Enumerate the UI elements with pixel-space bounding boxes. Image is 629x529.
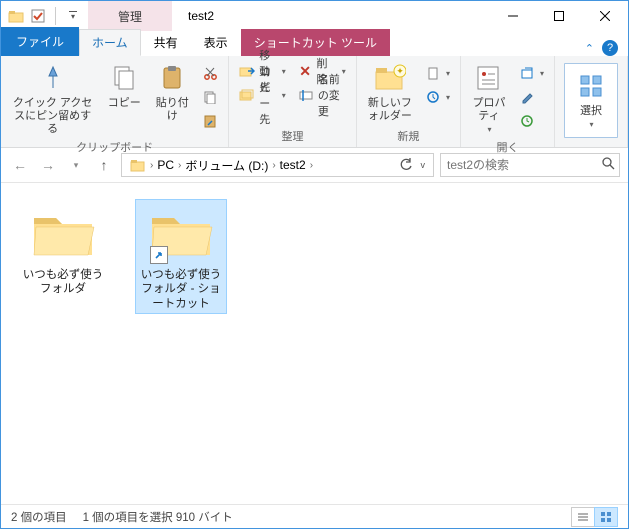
tab-view[interactable]: 表示 [191,29,241,56]
window-controls [490,1,628,31]
group-open: プロパティ▾ ▾ 開く [461,56,555,147]
crumb-volume[interactable]: ボリューム (D:) [181,157,272,174]
chevron-right-icon[interactable]: › [310,160,313,171]
window-title: test2 [172,1,490,31]
history-button[interactable] [515,110,548,132]
group-new: ✦ 新しいフォルダー ▾ ▾ 新規 [357,56,461,147]
back-button[interactable]: ← [9,154,31,176]
divider [55,7,56,25]
open-button[interactable]: ▾ [515,62,548,84]
view-toggle [572,507,618,527]
collapse-ribbon-icon[interactable]: ⌃ [585,42,594,55]
maximize-button[interactable] [536,1,582,31]
rename-button[interactable]: 名前の変更 [294,84,350,106]
new-item-button[interactable]: ▾ [421,62,454,84]
search-input[interactable] [447,158,602,172]
item-name: いつも必ず使うフォルダ - ショートカット [138,268,224,311]
titlebar: ▾ 管理 test2 [1,1,628,31]
up-button[interactable]: ↑ [93,154,115,176]
help-icon[interactable]: ? [602,40,618,56]
folder-shortcut-icon [142,202,220,264]
edit-button[interactable] [515,86,548,108]
item-name: いつも必ず使うフォルダ [20,268,106,297]
paste-shortcut-button[interactable] [198,110,222,132]
cut-button[interactable] [198,62,222,84]
copy-to-button[interactable]: コピー先▾ [235,84,290,106]
new-folder-button[interactable]: ✦ 新しいフォルダー [363,60,417,125]
tab-home[interactable]: ホーム [79,29,141,56]
contextual-tab-label: 管理 [88,1,172,31]
crumb-pc[interactable]: PC [153,158,178,172]
search-box[interactable] [440,153,620,177]
group-label: 整理 [229,128,355,147]
refresh-button[interactable] [395,158,417,172]
folder-icon [24,202,102,264]
icons-view-button[interactable] [594,507,618,527]
address-bar[interactable]: › PC › ボリューム (D:) › test2 › v [121,153,434,177]
forward-button[interactable]: → [37,154,59,176]
svg-text:✦: ✦ [396,66,404,76]
navigation-bar: ← → ▾ ↑ › PC › ボリューム (D:) › test2 › v [1,148,628,183]
properties-button[interactable]: プロパティ▾ [467,60,511,139]
paste-button[interactable]: 貼り付け [150,60,194,125]
tab-file[interactable]: ファイル [1,27,79,56]
minimize-button[interactable] [490,1,536,31]
group-label: 新規 [357,128,460,147]
crumb-folder[interactable]: test2 [276,158,310,172]
checkbox-icon[interactable] [29,7,47,25]
item-count: 2 個の項目 [11,509,67,525]
file-list[interactable]: いつも必ず使うフォルダ いつも必ず使うフォルダ - ショートカット [1,183,628,504]
qat-dropdown-icon[interactable]: ▾ [64,7,82,25]
status-bar: 2 個の項目 1 個の項目を選択 910 バイト [1,504,628,528]
group-clipboard: クイック アクセスにピン留めする コピー 貼り付け クリップボード [1,56,229,147]
copy-path-button[interactable] [198,86,222,108]
easy-access-button[interactable]: ▾ [421,86,454,108]
recent-locations-button[interactable]: ▾ [65,154,87,176]
details-view-button[interactable] [571,507,595,527]
ribbon-tabstrip: ファイル ホーム 共有 表示 ショートカット ツール ⌃ ? [1,31,628,56]
selection-info: 1 個の項目を選択 910 バイト [83,509,233,525]
list-item[interactable]: いつも必ず使うフォルダ [17,199,109,300]
list-item[interactable]: いつも必ず使うフォルダ - ショートカット [135,199,227,314]
tab-share[interactable]: 共有 [141,29,191,56]
explorer-window: ▾ 管理 test2 ファイル ホーム 共有 表示 ショートカット ツール ⌃ … [0,0,629,529]
folder-icon [126,157,150,173]
copy-button[interactable]: コピー [102,60,146,112]
shortcut-arrow-icon [150,246,168,264]
search-icon[interactable] [602,157,615,173]
address-dropdown-button[interactable]: v [417,160,430,170]
group-select: 選択▾ [555,56,628,147]
group-organize: 移動先▾ コピー先▾ ✕削除▾ 名前の変更 整理 [229,56,356,147]
ribbon: クイック アクセスにピン留めする コピー 貼り付け クリップボード [1,56,628,148]
pin-to-quick-access-button[interactable]: クイック アクセスにピン留めする [7,60,98,139]
folder-icon [7,7,25,25]
select-button[interactable]: 選択▾ [564,63,618,138]
close-button[interactable] [582,1,628,31]
